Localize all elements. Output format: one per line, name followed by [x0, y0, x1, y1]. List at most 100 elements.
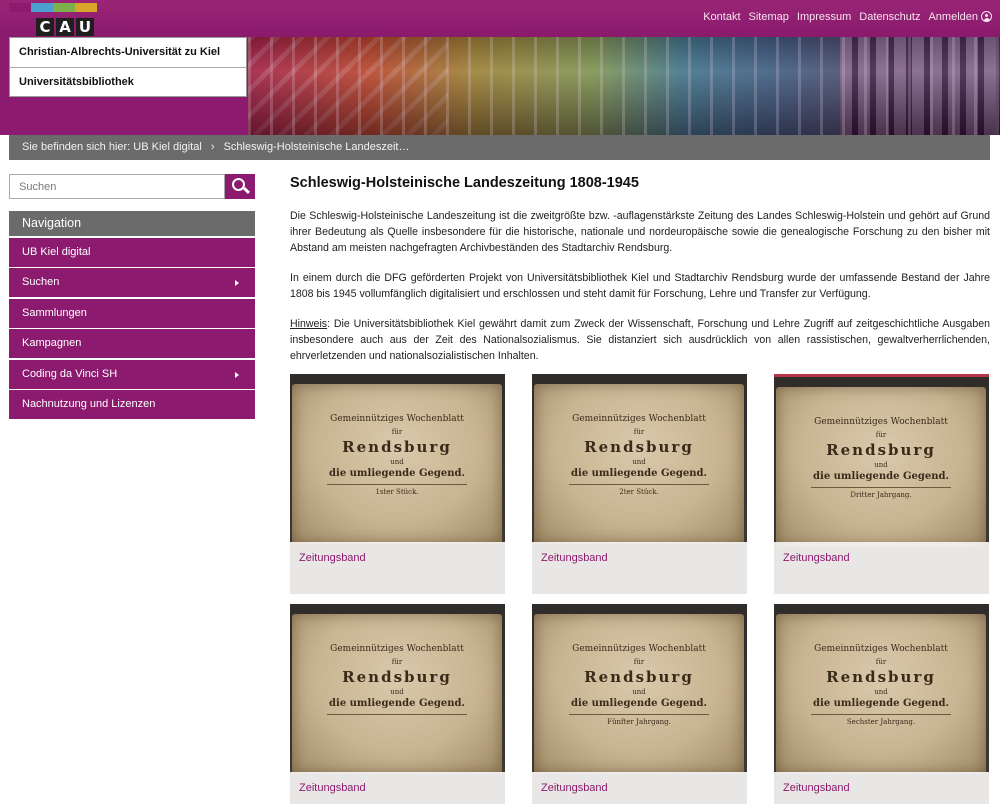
volume-card[interactable]: Gemeinnütziges Wochenblatt für Rendsburg un…	[290, 374, 505, 594]
volume-cover-image: Gemeinnütziges Wochenblatt für Rendsburg un…	[774, 374, 989, 547]
title-page-line: Gemeinnütziges Wochenblatt	[330, 414, 464, 424]
top-links: Kontakt Sitemap Impressum Datenschutz An…	[703, 11, 992, 23]
volume-title-page: Gemeinnütziges Wochenblatt für Rendsburg un…	[292, 384, 502, 544]
title-page-line: Rendsburg	[584, 438, 694, 456]
logo-letter: U	[76, 18, 94, 36]
logo-square	[31, 3, 53, 12]
title-page-rule	[811, 714, 951, 715]
breadcrumb-prefix: Sie befinden sich hier:	[22, 141, 131, 153]
volume-title-page: Gemeinnütziges Wochenblatt für Rendsburg un…	[776, 387, 986, 547]
volume-cover-image: Gemeinnütziges Wochenblatt für Rendsburg un…	[532, 374, 747, 544]
title-page-rule	[569, 484, 709, 485]
sidebar-item-sammlungen[interactable]: Sammlungen	[9, 298, 255, 328]
header-bar: C A U Kontakt Sitemap Impressum Datensch…	[0, 0, 1000, 37]
search-form	[9, 174, 255, 199]
volume-card[interactable]: Gemeinnütziges Wochenblatt für Rendsburg un…	[774, 604, 989, 804]
sidebar-item-label: Kampagnen	[22, 337, 82, 349]
title-page-line: die umliegende Gegend.	[329, 698, 465, 709]
breadcrumb-item[interactable]: UB Kiel digital	[133, 141, 201, 153]
search-input[interactable]	[9, 174, 225, 199]
title-page-line: Rendsburg	[584, 668, 694, 686]
title-page-line: und	[390, 688, 404, 696]
volume-caption[interactable]: Zeitungsband	[774, 542, 989, 594]
title-page-line: für	[633, 428, 645, 436]
link-sitemap[interactable]: Sitemap	[749, 11, 789, 23]
title-page-line: und	[390, 458, 404, 466]
anmelden-label: Anmelden	[928, 11, 978, 23]
main-content: Schleswig-Holsteinische Landeszeitung 18…	[290, 170, 990, 364]
page-title: Schleswig-Holsteinische Landeszeitung 18…	[290, 175, 639, 191]
navigation-title: Navigation	[9, 211, 255, 236]
title-page-line: Gemeinnütziges Wochenblatt	[572, 644, 706, 654]
volume-cover-image: Gemeinnütziges Wochenblatt für Rendsburg un…	[290, 374, 505, 544]
chevron-right-icon	[235, 371, 239, 378]
title-page-line: die umliegende Gegend.	[571, 468, 707, 479]
volume-card[interactable]: Gemeinnütziges Wochenblatt für Rendsburg un…	[774, 374, 989, 594]
volume-title-page: Gemeinnütziges Wochenblatt für Rendsburg un…	[534, 384, 744, 544]
volume-title-page: Gemeinnütziges Wochenblatt für Rendsburg un…	[534, 614, 744, 774]
title-page-rule	[811, 487, 951, 488]
intro-paragraph: Die Schleswig-Holsteinische Landeszeitun…	[290, 210, 990, 254]
site-header: C A U Kontakt Sitemap Impressum Datensch…	[0, 0, 1000, 135]
sidebar-item-label: Sammlungen	[22, 306, 87, 319]
volume-cover-image: Gemeinnütziges Wochenblatt für Rendsburg un…	[774, 604, 989, 774]
search-button[interactable]	[225, 174, 255, 199]
title-page-line: für	[391, 658, 403, 666]
sidebar-navigation: Navigation UB Kiel digital Suchen Sammlu…	[9, 211, 255, 419]
link-datenschutz[interactable]: Datenschutz	[859, 11, 920, 23]
logo-square	[9, 3, 31, 12]
volume-card[interactable]: Gemeinnütziges Wochenblatt für Rendsburg un…	[290, 604, 505, 804]
volume-title-page: Gemeinnütziges Wochenblatt für Rendsburg un…	[292, 614, 502, 774]
title-page-line: Rendsburg	[826, 668, 936, 686]
title-page-line: Rendsburg	[342, 438, 452, 456]
title-page-line: und	[874, 688, 888, 696]
cau-logo[interactable]: C A U	[9, 1, 99, 38]
link-anmelden[interactable]: Anmelden	[928, 11, 992, 23]
university-name[interactable]: Christian-Albrechts-Universität zu Kiel	[10, 38, 246, 67]
logo-letter: C	[36, 18, 54, 36]
sidebar-item-label: Coding da Vinci SH	[22, 367, 118, 380]
sidebar-item-coding-da-vinci[interactable]: Coding da Vinci SH	[9, 359, 255, 389]
title-page-rule	[327, 714, 467, 715]
title-page-line: die umliegende Gegend.	[571, 698, 707, 709]
volume-caption[interactable]: Zeitungsband	[290, 542, 505, 594]
title-page-line: und	[632, 688, 646, 696]
hint-text: : Die Universitätsbibliothek Kiel gewähr…	[290, 318, 990, 362]
hint-label: Hinweis	[290, 318, 328, 330]
user-icon	[981, 11, 992, 22]
volume-caption[interactable]: Zeitungsband	[532, 772, 747, 804]
title-page-line: Gemeinnütziges Wochenblatt	[330, 644, 464, 654]
link-kontakt[interactable]: Kontakt	[703, 11, 740, 23]
sidebar-item-kampagnen[interactable]: Kampagnen	[9, 329, 255, 358]
volume-cover-image: Gemeinnütziges Wochenblatt für Rendsburg un…	[290, 604, 505, 774]
sidebar-item-nachnutzung[interactable]: Nachnutzung und Lizenzen	[9, 390, 255, 419]
title-page-line: die umliegende Gegend.	[329, 468, 465, 479]
title-page-rule	[327, 484, 467, 485]
title-page-line: Rendsburg	[826, 441, 936, 459]
sidebar-item-ub-kiel-digital[interactable]: UB Kiel digital	[9, 237, 255, 267]
title-page-line: Dritter Jahrgang.	[850, 491, 912, 499]
volume-caption[interactable]: Zeitungsband	[774, 772, 989, 804]
volume-caption[interactable]: Zeitungsband	[532, 542, 747, 594]
sidebar-item-label: UB Kiel digital	[22, 245, 91, 258]
chevron-right-icon	[235, 280, 239, 286]
volume-caption[interactable]: Zeitungsband	[290, 772, 505, 804]
logo-square	[75, 3, 97, 12]
volume-card[interactable]: Gemeinnütziges Wochenblatt für Rendsburg un…	[532, 374, 747, 594]
logo-square	[53, 3, 75, 12]
title-page-line: für	[633, 658, 645, 666]
title-page-line: Fünfter Jahrgang.	[607, 718, 671, 726]
title-page-line: 1ster Stück.	[375, 488, 419, 496]
logo-letter: A	[56, 18, 74, 36]
link-impressum[interactable]: Impressum	[797, 11, 851, 23]
sidebar-item-suchen[interactable]: Suchen	[9, 268, 255, 297]
library-name[interactable]: Universitätsbibliothek	[10, 67, 246, 96]
project-paragraph: In einem durch die DFG geförderten Proje…	[290, 272, 990, 300]
breadcrumb-separator: ›	[210, 141, 215, 153]
title-page-line: die umliegende Gegend.	[813, 471, 949, 482]
sidebar-item-label: Suchen	[22, 276, 60, 288]
title-page-line: Gemeinnütziges Wochenblatt	[814, 644, 948, 654]
volume-card[interactable]: Gemeinnütziges Wochenblatt für Rendsburg un…	[532, 604, 747, 804]
title-page-line: 2ter Stück.	[619, 488, 659, 496]
volume-title-page: Gemeinnütziges Wochenblatt für Rendsburg un…	[776, 614, 986, 774]
